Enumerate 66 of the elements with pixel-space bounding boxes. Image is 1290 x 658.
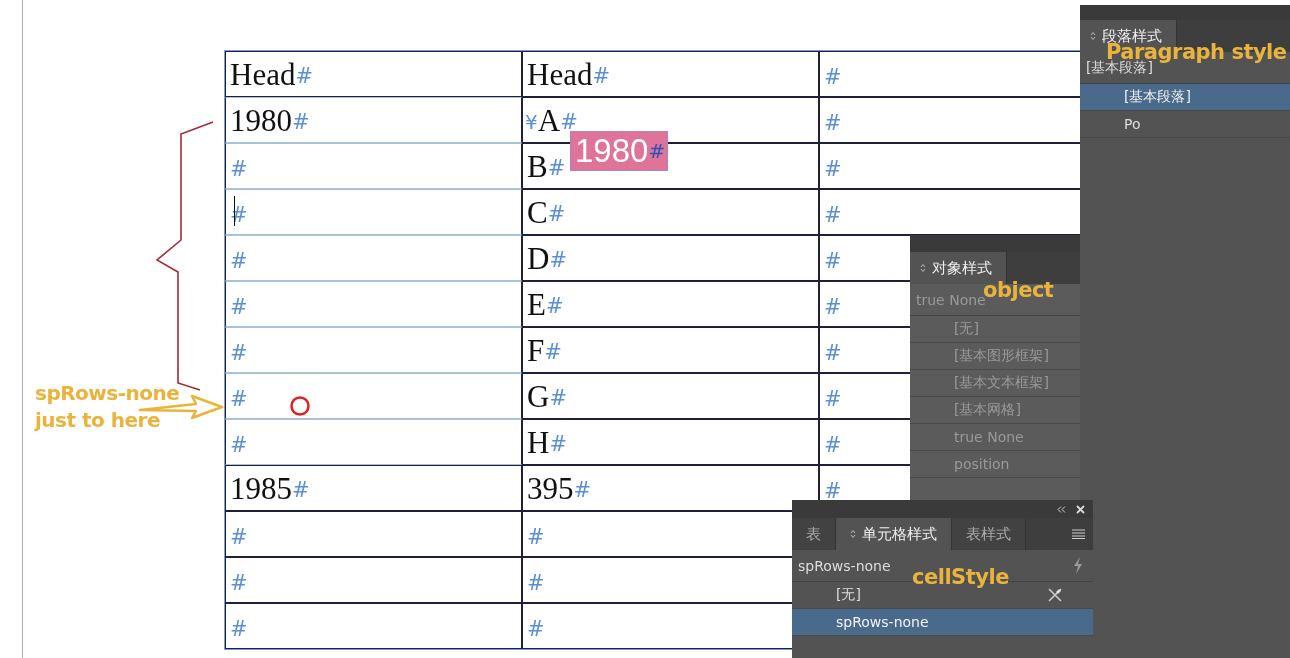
end-marker: #: [824, 432, 842, 459]
end-marker: #: [824, 64, 842, 91]
end-marker: #: [824, 248, 842, 275]
end-marker: #: [545, 293, 564, 320]
end-marker: #: [547, 155, 566, 182]
end-marker: #: [824, 202, 842, 229]
end-marker: #: [230, 386, 248, 413]
drag-preview: 1980#: [570, 131, 669, 171]
style-item[interactable]: [基本段落]: [1080, 84, 1290, 111]
end-marker: #: [549, 431, 567, 458]
end-marker: #: [295, 64, 313, 90]
end-marker: #: [824, 110, 842, 137]
cell-text: 1985: [230, 470, 292, 508]
end-marker: #: [230, 432, 248, 459]
cell-text: G: [527, 378, 550, 416]
end-marker: #: [230, 616, 248, 643]
end-marker: #: [230, 294, 248, 321]
end-marker: #: [824, 386, 842, 413]
cell-text: E: [527, 286, 546, 324]
lightning-icon[interactable]: [1073, 557, 1083, 574]
circle-drawing: [290, 396, 310, 416]
current-style: spRows-none: [798, 557, 891, 574]
style-item[interactable]: spRows-none: [792, 609, 1093, 636]
end-marker: #: [230, 340, 248, 367]
anchor-marker: ¥: [525, 109, 538, 136]
cell-text: B: [527, 148, 548, 186]
cell-text: A: [537, 102, 561, 140]
panel-tab[interactable]: 表: [792, 518, 836, 550]
sort-icon: [920, 263, 926, 273]
annotation-note: spRows-none just to here: [35, 380, 180, 434]
cell-text: C: [527, 194, 548, 232]
end-marker: #: [824, 478, 842, 505]
end-marker: #: [549, 247, 567, 274]
cell-text: D: [527, 240, 550, 278]
pen-cross-icon[interactable]: [1047, 587, 1063, 603]
end-marker: #: [230, 570, 248, 597]
cell-text: H: [527, 424, 550, 462]
end-marker: #: [824, 340, 842, 367]
end-marker: #: [547, 201, 566, 228]
cell-text: 1980: [230, 102, 292, 140]
cell-text: 395: [527, 470, 574, 508]
end-marker: #: [292, 477, 310, 504]
end-marker: #: [824, 294, 842, 321]
end-marker: #: [592, 64, 610, 90]
end-marker: #: [527, 616, 545, 643]
end-marker: #: [549, 385, 567, 412]
end-marker: #: [230, 524, 248, 551]
cell-text: F: [527, 332, 545, 370]
style-item[interactable]: Po: [1080, 111, 1290, 138]
close-icon[interactable]: [1076, 504, 1085, 514]
collapse-icon[interactable]: [1057, 505, 1066, 513]
cell-text: Head: [230, 56, 296, 94]
end-marker: #: [573, 477, 592, 504]
end-marker: #: [230, 248, 248, 275]
end-marker: #: [292, 109, 310, 136]
menu-icon[interactable]: [1072, 529, 1085, 539]
end-marker: #: [824, 156, 842, 183]
end-marker: #: [544, 339, 562, 366]
end-marker: #: [230, 156, 248, 183]
end-marker: #: [527, 524, 545, 551]
panel-tab[interactable]: 单元格样式: [836, 518, 952, 550]
end-marker: #: [527, 570, 545, 597]
sort-icon: [1090, 31, 1096, 41]
sort-icon: [850, 529, 856, 539]
cell-text: Head: [527, 56, 593, 94]
panel-tab[interactable]: 表样式: [952, 518, 1026, 550]
